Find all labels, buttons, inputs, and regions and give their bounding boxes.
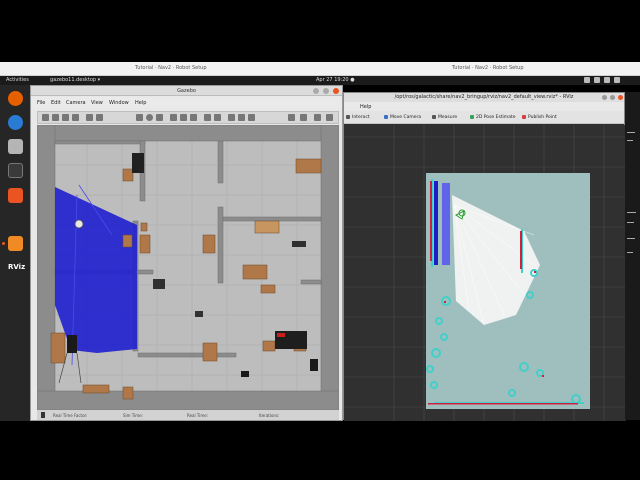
gazebo-3d-view[interactable] <box>37 125 339 410</box>
status-iterations: Iterations: <box>259 413 280 418</box>
sphere-shape-icon[interactable] <box>146 114 153 121</box>
activities-button[interactable]: Activities <box>6 77 29 83</box>
tool-interact[interactable]: Interact <box>352 115 370 120</box>
status-realtime: Real Time: <box>187 413 209 418</box>
menu-window[interactable]: Window <box>109 100 129 106</box>
robot-marker[interactable] <box>74 219 84 229</box>
app-menu[interactable]: gazebo11.desktop ▾ <box>50 77 100 83</box>
rotate-mode-icon[interactable] <box>62 114 69 121</box>
translate-mode-icon[interactable] <box>52 114 59 121</box>
terminal-text-line <box>627 132 635 133</box>
copy-icon[interactable] <box>204 114 211 121</box>
terminal-text-line <box>627 222 634 223</box>
measure-icon[interactable] <box>432 115 436 119</box>
tool-measure[interactable]: Measure <box>438 115 457 120</box>
robot-3d[interactable] <box>67 335 77 353</box>
terminal-text-line <box>627 212 636 213</box>
tool-publish-point[interactable]: Publish Point <box>528 115 557 120</box>
menu-edit[interactable]: Edit <box>51 100 61 106</box>
plot-icon[interactable] <box>314 114 321 121</box>
rviz-title: /opt/ros/galactic/share/nav2_bringup/rvi… <box>344 93 624 102</box>
rviz-3d-view[interactable] <box>344 125 626 421</box>
rviz-window: /opt/ros/galactic/share/nav2_bringup/rvi… <box>343 92 626 421</box>
browser-tab-strip: Tutorial · Nav2 · Robot Setup Tutorial ·… <box>0 62 640 76</box>
interact-icon[interactable] <box>346 115 350 119</box>
cabinet <box>132 153 144 173</box>
block <box>153 279 165 289</box>
ubuntu-top-bar: Activities gazebo11.desktop ▾ Apr 27 19:… <box>0 76 640 85</box>
network-icon[interactable] <box>584 77 590 83</box>
paste-icon[interactable] <box>214 114 221 121</box>
rviz-scene-svg <box>344 125 626 421</box>
minimize-icon[interactable] <box>313 88 319 94</box>
move-camera-icon[interactable] <box>384 115 388 119</box>
close-icon[interactable] <box>333 88 339 94</box>
video-icon[interactable] <box>326 114 333 121</box>
menu-icon[interactable] <box>614 77 620 83</box>
menu-camera[interactable]: Camera <box>66 100 86 106</box>
power-icon[interactable] <box>604 77 610 83</box>
cylinder-shape-icon[interactable] <box>156 114 163 121</box>
rviz-icon[interactable]: RViz <box>8 260 25 275</box>
clock[interactable]: Apr 27 19:20 ● <box>316 77 355 83</box>
rviz-close-icon[interactable] <box>618 95 623 100</box>
volume-icon[interactable] <box>594 77 600 83</box>
software-center-icon[interactable] <box>8 188 23 203</box>
gazebo-icon[interactable] <box>8 236 23 251</box>
screenshot-icon[interactable] <box>288 114 295 121</box>
record-icon[interactable] <box>300 114 307 121</box>
spot-light-icon[interactable] <box>180 114 187 121</box>
firefox-icon[interactable] <box>8 91 23 106</box>
status-rtf: Real Time Factor: <box>53 413 88 418</box>
rviz-menu-help[interactable]: Help <box>360 104 371 110</box>
box-shape-icon[interactable] <box>136 114 143 121</box>
rviz-minimize-icon[interactable] <box>602 95 607 100</box>
align-icon[interactable] <box>228 114 235 121</box>
menu-help[interactable]: Help <box>135 100 146 106</box>
status-simtime: Sim Time: <box>123 413 143 418</box>
tool-move-camera[interactable]: Move Camera <box>390 115 421 120</box>
rviz-maximize-icon[interactable] <box>610 95 615 100</box>
laser-scan-strip <box>434 181 438 265</box>
pause-icon[interactable] <box>41 412 45 418</box>
desktop-screen: Tutorial · Nav2 · Robot Setup Tutorial ·… <box>0 0 640 480</box>
scale-mode-icon[interactable] <box>72 114 79 121</box>
menu-file[interactable]: File <box>37 100 45 106</box>
snap-icon[interactable] <box>238 114 245 121</box>
menu-view[interactable]: View <box>91 100 103 106</box>
thunderbird-icon[interactable] <box>8 115 23 130</box>
browser-tab-right[interactable]: Tutorial · Nav2 · Robot Setup <box>452 65 524 71</box>
gazebo-status-bar: Real Time Factor: Sim Time: Real Time: I… <box>37 410 339 420</box>
rviz-menubar: Help <box>344 102 624 111</box>
terminal-text-line <box>627 140 633 141</box>
background-terminal-edge <box>625 92 640 420</box>
terminal-text-line <box>627 252 633 253</box>
gazebo-title: Gazebo <box>31 86 342 96</box>
gazebo-toolbar <box>37 111 339 124</box>
gazebo-window: Gazebo File Edit Camera View Window Help <box>30 85 343 421</box>
terminal-text-line <box>627 238 635 239</box>
select-mode-icon[interactable] <box>42 114 49 121</box>
pose-estimate-icon[interactable] <box>470 115 474 119</box>
tool-2d-pose-estimate[interactable]: 2D Pose Estimate <box>476 115 516 120</box>
maximize-icon[interactable] <box>323 88 329 94</box>
gazebo-scene-svg <box>37 125 339 410</box>
dock: RViz <box>0 85 30 421</box>
rviz-toolbar: Interact Move Camera Measure 2D Pose Est… <box>344 111 624 124</box>
point-light-icon[interactable] <box>170 114 177 121</box>
magnet-icon[interactable] <box>248 114 255 121</box>
publish-point-icon[interactable] <box>522 115 526 119</box>
terminal-icon[interactable] <box>8 163 23 178</box>
undo-icon[interactable] <box>86 114 93 121</box>
browser-tab-left[interactable]: Tutorial · Nav2 · Robot Setup <box>135 65 207 71</box>
directional-light-icon[interactable] <box>190 114 197 121</box>
redo-icon[interactable] <box>96 114 103 121</box>
gazebo-menubar: File Edit Camera View Window Help <box>31 97 342 108</box>
active-indicator <box>2 242 5 245</box>
files-icon[interactable] <box>8 139 23 154</box>
